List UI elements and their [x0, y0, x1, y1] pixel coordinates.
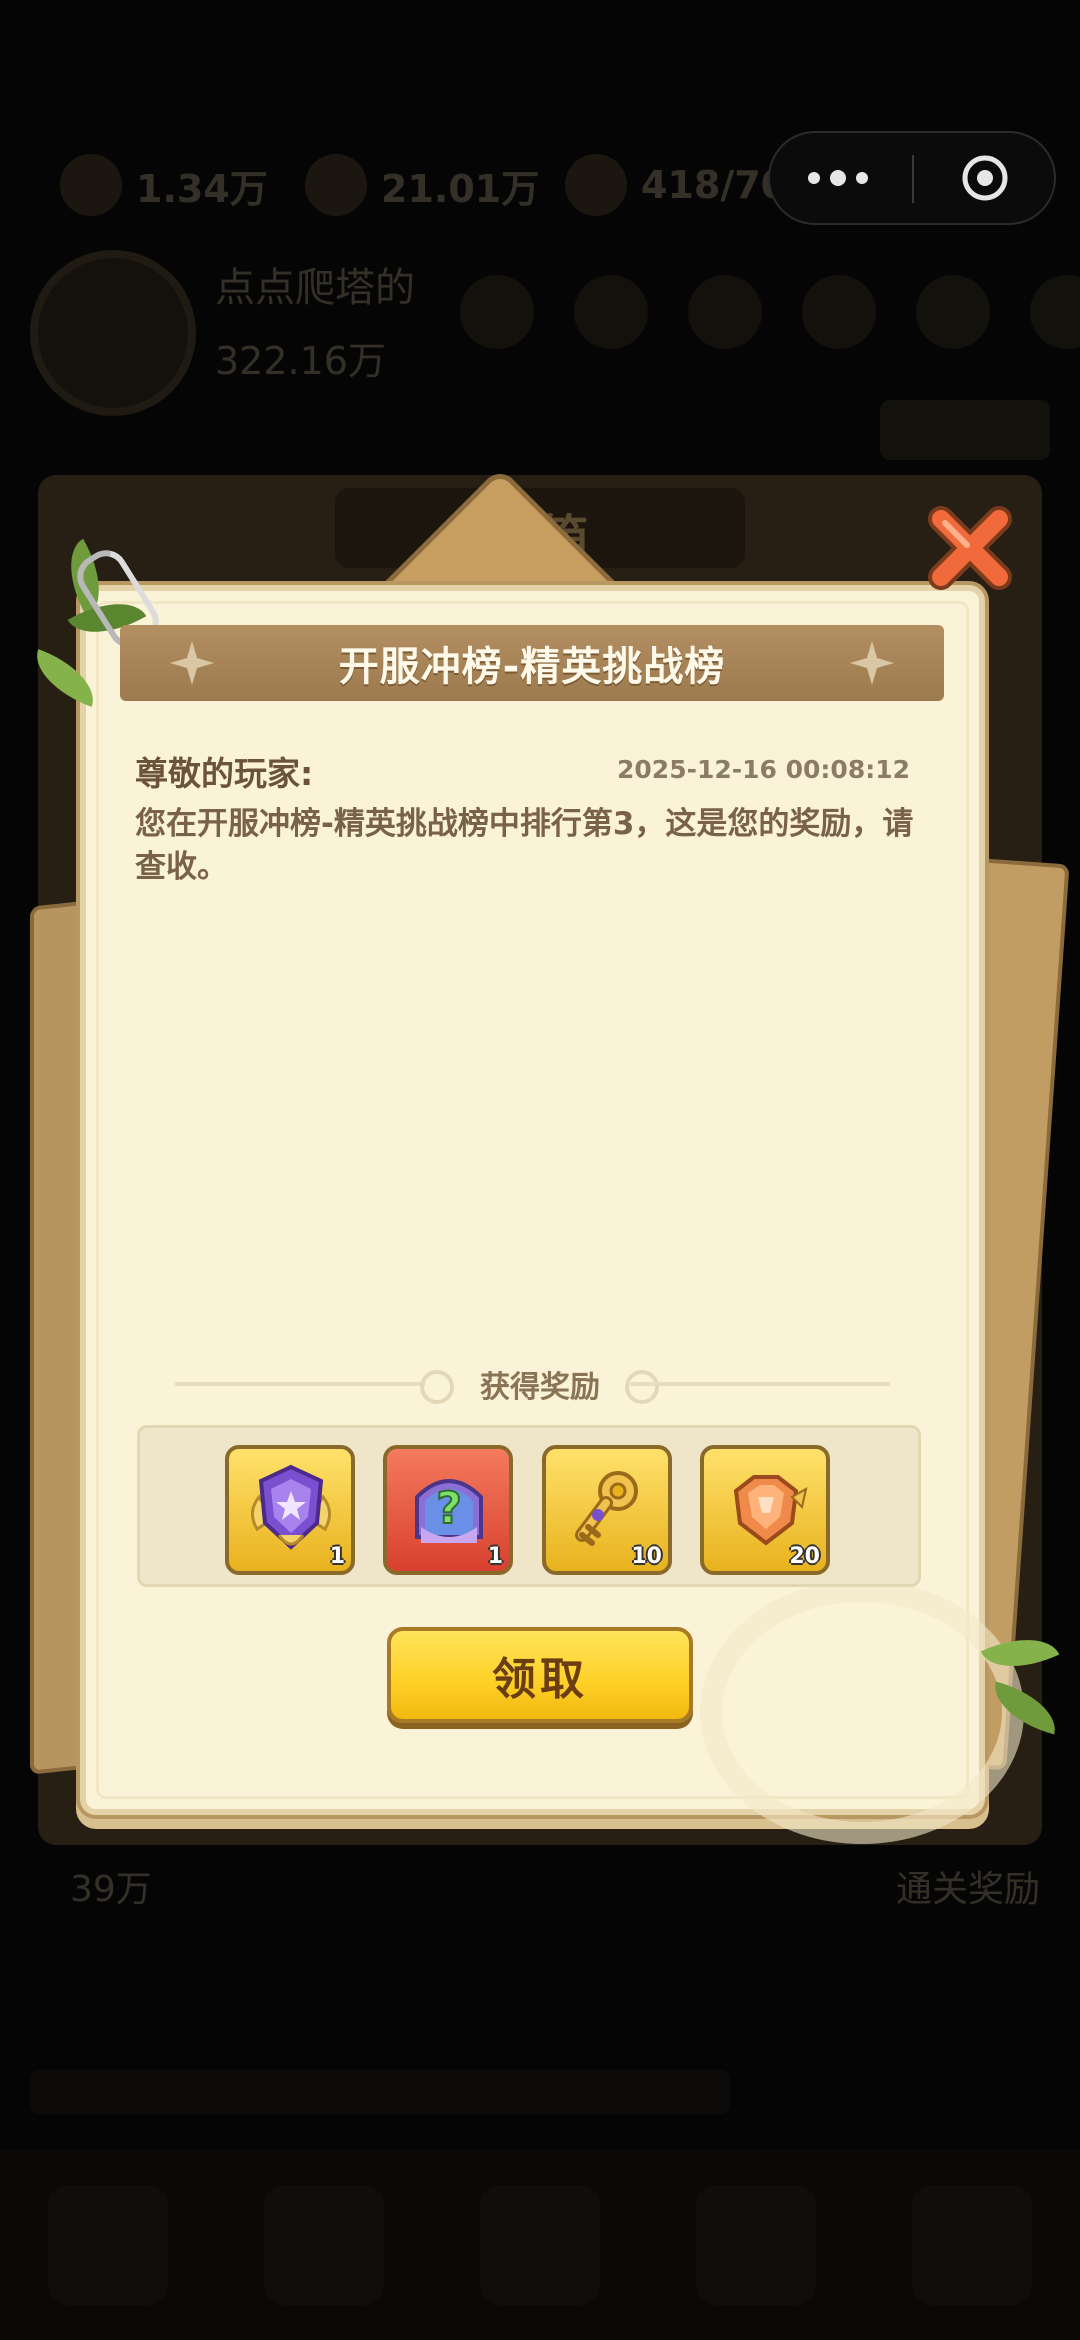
- player-power: 322.16万: [215, 339, 386, 383]
- miniprogram-capsule: [768, 131, 1056, 225]
- feature-icons: [460, 275, 1080, 349]
- reward-quantity: 10: [631, 1544, 662, 1569]
- bottom-left-text: 39万: [70, 1869, 152, 1910]
- mail-button-bg: [880, 400, 1050, 460]
- divider: [630, 1382, 890, 1386]
- reward-quantity: 20: [789, 1544, 820, 1569]
- mail-datetime: 2025-12-16 00:08:12: [617, 755, 910, 784]
- crown-coin-icon: [60, 154, 122, 216]
- reward-item-badge[interactable]: 1: [225, 1445, 355, 1575]
- reward-item-mystery[interactable]: ? 1: [383, 1445, 513, 1575]
- rewards-heading: 获得奖励: [480, 1370, 600, 1405]
- claim-button-label: 领取: [492, 1654, 588, 1705]
- bottom-right-text: 通关奖励: [895, 1869, 1040, 1910]
- reward-quantity: 1: [487, 1544, 503, 1569]
- resource-gold: 21.01万: [305, 150, 539, 220]
- gold-coin-icon: [305, 154, 367, 216]
- mail-body: 您在开服冲榜-精英挑战榜中排行第3，这是您的奖励，请查收。: [135, 806, 914, 885]
- mystery-box-icon: ?: [415, 1479, 483, 1543]
- bottom-nav: [0, 2150, 1080, 2340]
- player-name: 点点爬塔的: [215, 265, 415, 311]
- sparkle-icon: [170, 641, 214, 685]
- resource-energy: 418/70: [565, 150, 787, 220]
- close-icon[interactable]: [925, 503, 1015, 593]
- mail-greeting: 尊敬的玩家:: [135, 754, 314, 793]
- mail-title: 开服冲榜-精英挑战榜: [338, 644, 726, 690]
- svg-text:?: ?: [436, 1483, 462, 1534]
- avatar: [30, 250, 196, 416]
- reward-quantity: 1: [329, 1544, 345, 1569]
- claim-button[interactable]: 领取: [387, 1627, 693, 1723]
- sun-watermark: [700, 1580, 1024, 1844]
- news-ticker: [30, 2070, 730, 2114]
- mail-title-banner: 开服冲榜-精英挑战榜: [120, 625, 944, 701]
- lightning-icon: [565, 154, 627, 216]
- reward-item-key[interactable]: 10: [542, 1445, 672, 1575]
- resource-crown: 1.34万: [60, 150, 268, 220]
- close-miniprogram-icon[interactable]: [960, 153, 1010, 203]
- sparkle-icon: [850, 641, 894, 685]
- more-menu-icon[interactable]: [808, 133, 948, 223]
- purple-badge-icon: [251, 1464, 331, 1550]
- reward-item-gem[interactable]: 20: [700, 1445, 830, 1575]
